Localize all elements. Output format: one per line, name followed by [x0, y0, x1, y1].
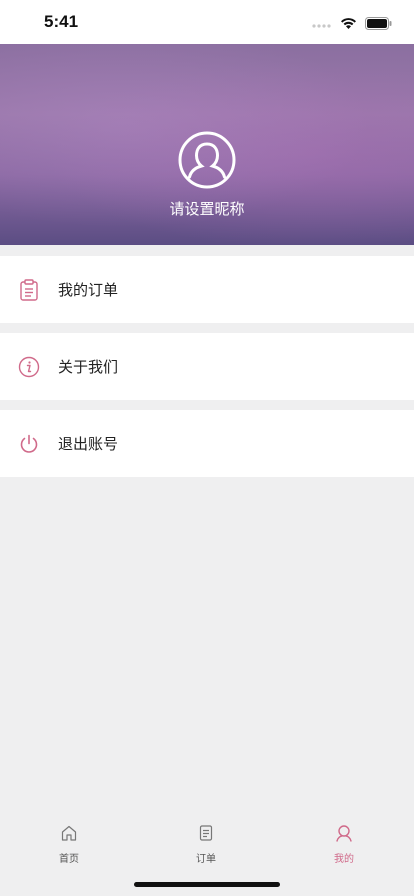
order-icon: [197, 824, 215, 846]
menu-label-orders: 我的订单: [58, 281, 119, 299]
menu-item-about[interactable]: 关于我们: [0, 333, 414, 400]
tab-mine-label: 我的: [334, 854, 354, 865]
menu-item-orders[interactable]: 我的订单: [0, 256, 414, 323]
signal-icon: [312, 15, 332, 34]
status-bar: 5:41: [0, 0, 414, 44]
status-icons: [312, 15, 392, 34]
battery-icon: [365, 15, 392, 34]
info-icon: [18, 356, 40, 378]
home-indicator: [134, 882, 280, 887]
home-icon: [60, 824, 78, 846]
menu-label-logout: 退出账号: [58, 435, 119, 453]
tab-orders[interactable]: 订单: [176, 824, 236, 874]
avatar-icon[interactable]: [177, 130, 237, 190]
profile-header: 请设置昵称: [0, 44, 414, 245]
user-icon: [335, 824, 353, 846]
clipboard-icon: [18, 278, 40, 301]
wifi-icon: [340, 15, 357, 34]
tab-home-label: 首页: [59, 854, 79, 865]
menu-item-logout[interactable]: 退出账号: [0, 410, 414, 477]
menu-label-about: 关于我们: [58, 358, 119, 376]
power-icon: [18, 433, 40, 455]
tab-home[interactable]: 首页: [39, 824, 99, 874]
nickname-prompt[interactable]: 请设置昵称: [0, 198, 414, 219]
tab-mine[interactable]: 我的: [314, 824, 374, 874]
status-time: 5:41: [44, 12, 79, 31]
tab-orders-label: 订单: [196, 854, 216, 865]
